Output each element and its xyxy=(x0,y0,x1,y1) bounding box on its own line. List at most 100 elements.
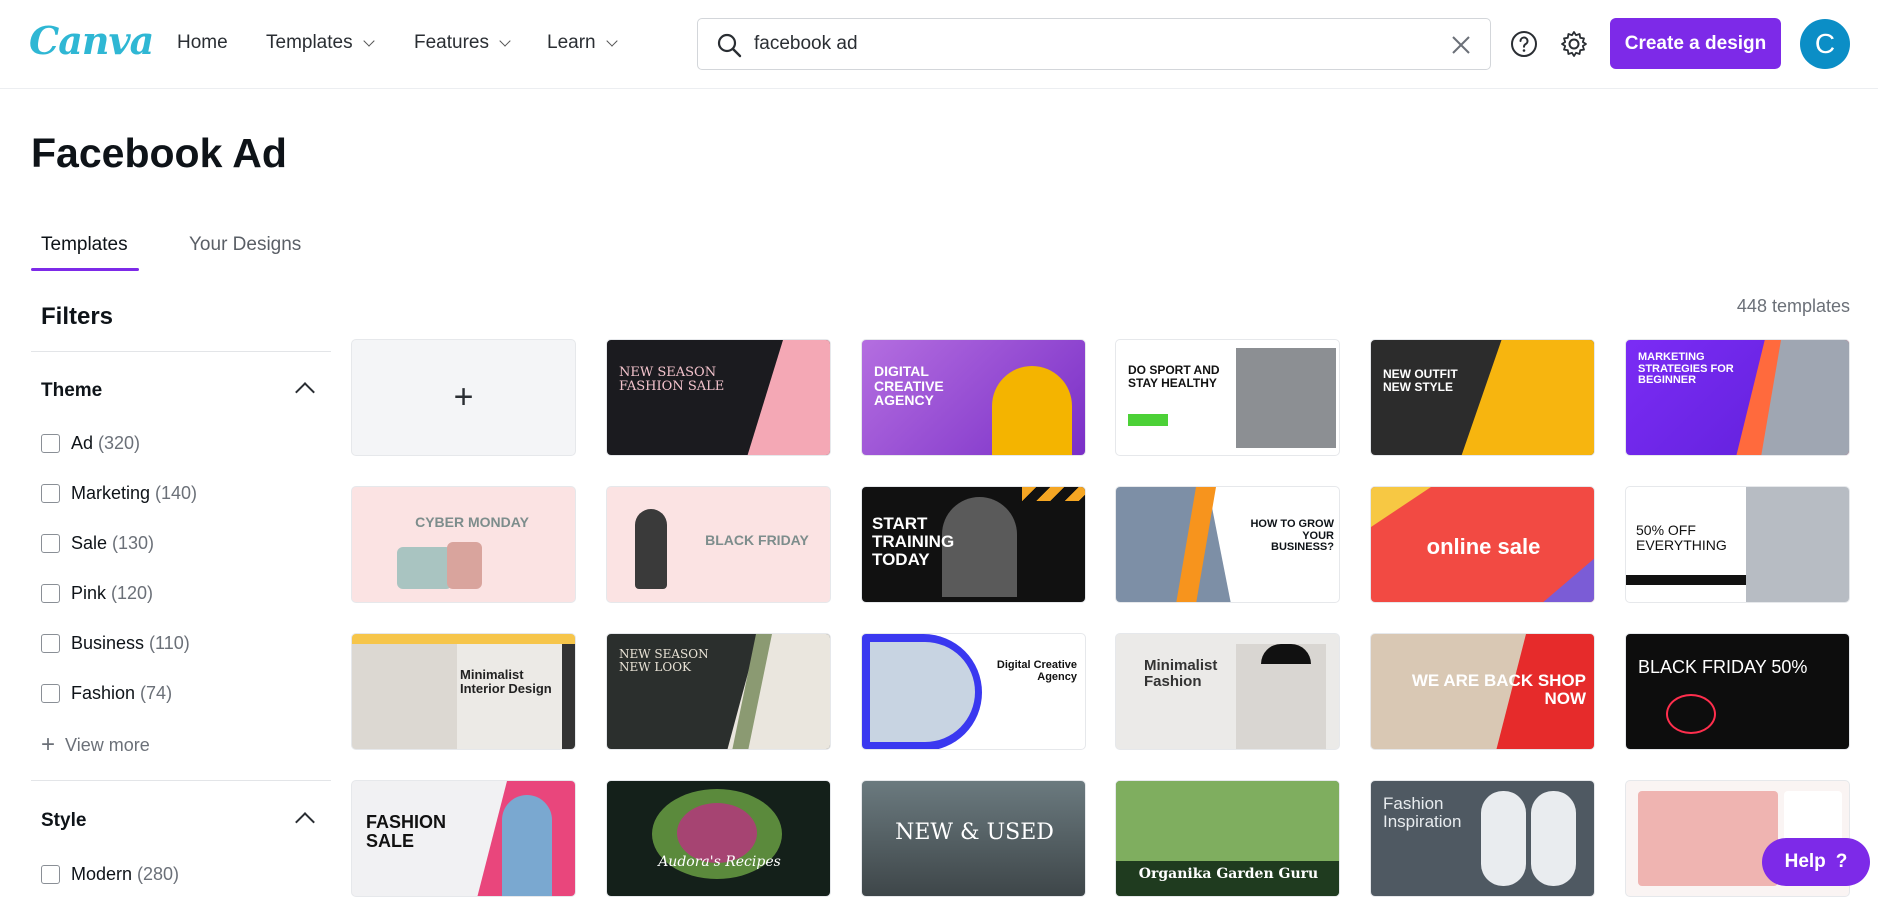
template-title: NEW SEASON NEW LOOK xyxy=(619,647,709,674)
checkbox[interactable] xyxy=(41,484,60,503)
nav-features[interactable]: Features xyxy=(414,32,511,54)
filter-fashion[interactable]: Fashion (74) xyxy=(41,683,172,704)
template-title: WE ARE BACK SHOP NOW xyxy=(1411,671,1586,708)
template-card[interactable]: NEW SEASON NEW LOOK xyxy=(606,633,831,750)
filter-count: (120) xyxy=(111,583,154,603)
template-card[interactable]: START TRAINING TODAY xyxy=(861,486,1086,603)
template-card[interactable]: NEW SEASON FASHION SALE xyxy=(606,339,831,456)
filter-business[interactable]: Business (110) xyxy=(41,633,190,654)
nav-templates-label: Templates xyxy=(266,32,353,53)
checkbox[interactable] xyxy=(41,534,60,553)
template-card[interactable]: NEW OUTFIT NEW STYLE xyxy=(1370,339,1595,456)
template-card[interactable]: BLACK FRIDAY xyxy=(606,486,831,603)
template-card[interactable]: online sale xyxy=(1370,486,1595,603)
template-card[interactable]: Fashion Inspiration xyxy=(1370,780,1595,897)
template-count: 448 templates xyxy=(1736,296,1850,316)
template-title: START TRAINING TODAY xyxy=(872,514,955,569)
template-card[interactable]: MARKETING STRATEGIES FOR BEGINNER xyxy=(1625,339,1850,456)
chevron-up-icon[interactable] xyxy=(295,382,315,402)
create-design-button[interactable]: Create a design xyxy=(1610,18,1781,69)
filter-count: (110) xyxy=(149,633,190,653)
checkbox[interactable] xyxy=(41,865,60,884)
template-card[interactable]: CYBER MONDAY xyxy=(351,486,576,603)
nav-home[interactable]: Home xyxy=(177,32,228,54)
template-card[interactable]: Organika Garden Guru xyxy=(1115,780,1340,897)
filter-label: Ad xyxy=(71,433,94,453)
template-title: online sale xyxy=(1426,534,1541,559)
filter-count: (280) xyxy=(137,864,180,884)
filter-label: Sale xyxy=(71,533,108,553)
nav-templates[interactable]: Templates xyxy=(266,32,375,54)
template-card[interactable]: Minimalist Interior Design xyxy=(351,633,576,750)
template-card[interactable]: NEW & USED xyxy=(861,780,1086,897)
search-icon xyxy=(717,33,742,58)
template-title: Fashion Inspiration xyxy=(1383,794,1462,831)
nav-features-label: Features xyxy=(414,32,489,53)
template-card[interactable]: DIGITAL CREATIVE AGENCY xyxy=(861,339,1086,456)
close-icon[interactable] xyxy=(1450,34,1472,56)
chevron-down-icon xyxy=(499,34,511,47)
template-title: Minimalist Fashion xyxy=(1144,657,1218,690)
divider xyxy=(31,780,331,781)
filter-label: Marketing xyxy=(71,483,151,503)
template-card[interactable]: DO SPORT AND STAY HEALTHY xyxy=(1115,339,1340,456)
template-card[interactable]: Minimalist Fashion xyxy=(1115,633,1340,750)
chevron-down-icon xyxy=(362,34,375,47)
filter-marketing[interactable]: Marketing (140) xyxy=(41,483,197,504)
template-title: NEW SEASON FASHION SALE xyxy=(619,365,725,394)
create-blank-card[interactable]: + xyxy=(351,339,576,456)
tab-your-designs[interactable]: Your Designs xyxy=(189,234,301,256)
filter-label: Fashion xyxy=(71,683,136,703)
template-card[interactable]: 50% OFF EVERYTHING xyxy=(1625,486,1850,603)
template-title: BLACK FRIDAY xyxy=(705,532,809,548)
avatar[interactable]: C xyxy=(1800,19,1850,69)
checkbox[interactable] xyxy=(41,684,60,703)
template-card[interactable]: BLACK FRIDAY 50% xyxy=(1625,633,1850,750)
template-title: Minimalist Interior Design xyxy=(460,667,552,696)
template-card[interactable]: FASHION SALE xyxy=(351,780,576,897)
template-title: Digital Creative Agency xyxy=(996,659,1077,683)
template-title: HOW TO GROW YOUR BUSINESS? xyxy=(1250,518,1334,554)
filter-count: (130) xyxy=(112,533,155,553)
template-card[interactable]: HOW TO GROW YOUR BUSINESS? xyxy=(1115,486,1340,603)
checkbox[interactable] xyxy=(41,634,60,653)
filter-label: Business xyxy=(71,633,145,653)
help-label: Help xyxy=(1784,851,1826,872)
filter-sale[interactable]: Sale (130) xyxy=(41,533,154,554)
template-card[interactable]: Digital Creative Agency xyxy=(861,633,1086,750)
help-circle-icon[interactable] xyxy=(1508,28,1540,60)
view-more-label: View more xyxy=(65,734,150,755)
tab-templates[interactable]: Templates xyxy=(41,234,128,256)
chevron-up-icon[interactable] xyxy=(295,812,315,832)
template-title: 50% OFF EVERYTHING xyxy=(1636,522,1727,553)
page-title: Facebook Ad xyxy=(31,130,287,176)
nav-learn[interactable]: Learn xyxy=(547,32,618,54)
gear-icon[interactable] xyxy=(1558,28,1590,60)
template-title: CYBER MONDAY xyxy=(415,514,529,530)
template-card[interactable]: WE ARE BACK SHOP NOW xyxy=(1370,633,1595,750)
filter-count: (140) xyxy=(155,483,198,503)
filter-count: (320) xyxy=(98,433,141,453)
style-section-title[interactable]: Style xyxy=(41,810,86,832)
search-bar xyxy=(697,18,1491,70)
canva-logo[interactable]: Canva xyxy=(29,18,154,63)
template-title: DIGITAL CREATIVE AGENCY xyxy=(874,363,944,409)
nav-home-label: Home xyxy=(177,32,228,53)
theme-section-title[interactable]: Theme xyxy=(41,380,102,402)
template-title: FASHION SALE xyxy=(366,812,447,851)
chevron-down-icon xyxy=(605,34,618,47)
filter-count: (74) xyxy=(140,683,173,703)
checkbox[interactable] xyxy=(41,584,60,603)
filter-label: Pink xyxy=(71,583,107,603)
view-more-link[interactable]: + View more xyxy=(41,733,150,757)
help-button[interactable]: Help ? xyxy=(1762,838,1870,886)
question-icon: ? xyxy=(1835,851,1848,872)
filter-pink[interactable]: Pink (120) xyxy=(41,583,153,604)
template-card[interactable]: Audora's Recipes xyxy=(606,780,831,897)
search-input[interactable] xyxy=(754,29,1414,59)
plus-icon: + xyxy=(453,378,474,416)
checkbox[interactable] xyxy=(41,434,60,453)
filter-ad[interactable]: Ad (320) xyxy=(41,433,140,454)
filter-modern[interactable]: Modern (280) xyxy=(41,864,179,885)
template-title: MARKETING STRATEGIES FOR BEGINNER xyxy=(1638,351,1734,387)
